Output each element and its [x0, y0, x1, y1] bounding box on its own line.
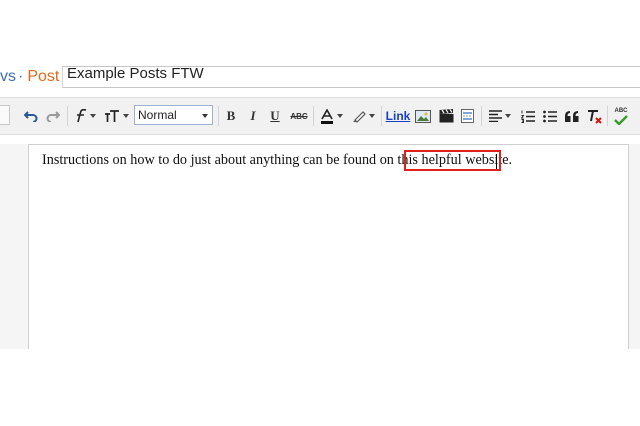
undo-button[interactable] [22, 106, 40, 126]
toolbar-separator [481, 106, 482, 126]
toolbar-separator [218, 106, 219, 126]
font-size-icon [104, 109, 119, 122]
toolbar-left-edge [0, 105, 10, 125]
quote-button[interactable] [563, 106, 581, 126]
chevron-down-icon [122, 114, 129, 118]
insert-video-button[interactable] [437, 106, 455, 126]
text-color-icon [320, 108, 333, 124]
toolbar-separator [607, 106, 608, 126]
strikethrough-button[interactable]: ABC [289, 106, 309, 126]
post-title-input[interactable]: Example Posts FTW [62, 66, 640, 88]
redo-icon [46, 111, 60, 122]
spellcheck-label: ABC [614, 107, 628, 114]
underline-button[interactable]: U [268, 106, 282, 126]
text-color-button[interactable] [318, 106, 344, 126]
breadcrumb-prefix[interactable]: vs [0, 68, 16, 85]
alignment-button[interactable] [487, 106, 513, 126]
bullet-list-icon [543, 110, 557, 122]
spellcheck-button[interactable]: ABC [612, 106, 630, 126]
chevron-down-icon [336, 114, 343, 118]
editor-left-gutter [0, 144, 28, 349]
editor-right-gutter [629, 144, 640, 349]
highlight-box [404, 150, 501, 171]
jump-break-icon [460, 109, 474, 123]
breadcrumb-separator: · [18, 68, 24, 85]
undo-icon [24, 111, 38, 122]
toolbar-separator [67, 106, 68, 126]
bold-button[interactable]: B [224, 106, 238, 126]
align-left-icon [489, 110, 502, 122]
toolbar-separator [381, 106, 382, 126]
page-bottom [0, 349, 640, 426]
format-select[interactable]: Normal [134, 105, 213, 125]
redo-button[interactable] [44, 106, 62, 126]
breadcrumb: vs · Post [0, 68, 59, 86]
toolbar-separator [313, 106, 314, 126]
insert-jump-break-button[interactable] [459, 106, 475, 126]
bullet-list-button[interactable] [541, 106, 559, 126]
highlight-color-button[interactable] [350, 106, 376, 126]
chevron-down-icon [505, 114, 511, 118]
remove-formatting-icon [587, 109, 602, 124]
font-icon [76, 109, 86, 123]
text-cursor [496, 154, 497, 169]
remove-formatting-button[interactable] [585, 106, 603, 126]
highlighter-icon [352, 111, 366, 123]
quote-icon [565, 110, 579, 122]
video-clapper-icon [439, 109, 453, 123]
chevron-down-icon [368, 114, 375, 118]
breadcrumb-post: Post [27, 68, 60, 85]
chevron-down-icon [202, 114, 208, 118]
numbered-list-icon [521, 110, 535, 123]
italic-button[interactable]: I [246, 106, 260, 126]
post-title-value: Example Posts FTW [67, 66, 204, 82]
font-family-button[interactable] [72, 106, 98, 126]
numbered-list-button[interactable] [519, 106, 537, 126]
insert-image-button[interactable] [414, 106, 432, 126]
link-button[interactable]: Link [386, 106, 411, 126]
checkmark-icon [614, 114, 628, 125]
format-select-value: Normal [138, 108, 177, 122]
body-text-before-link: Instructions on how to do just about any… [42, 152, 422, 168]
chevron-down-icon [89, 114, 96, 118]
image-icon [415, 109, 431, 123]
editor-area[interactable] [28, 144, 629, 364]
font-size-button[interactable] [102, 106, 130, 126]
